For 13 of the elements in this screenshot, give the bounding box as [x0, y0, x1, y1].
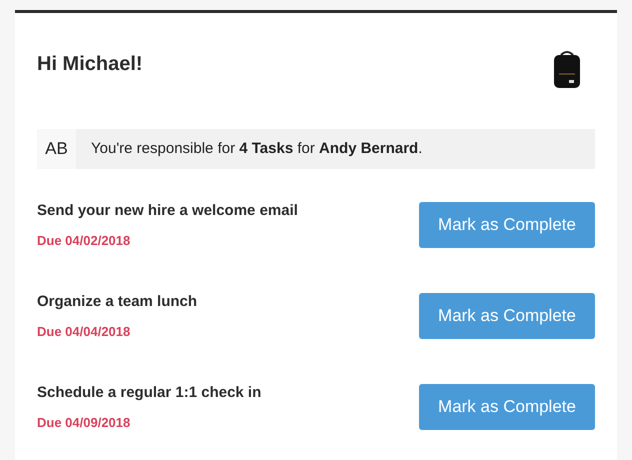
due-date: Due 04/04/2018: [37, 323, 132, 341]
due-date: Due 04/09/2018: [37, 414, 132, 432]
greeting-heading: Hi Michael!: [37, 52, 143, 76]
mark-complete-button[interactable]: Mark as Complete: [419, 384, 595, 430]
task-title: Schedule a regular 1:1 check in: [37, 382, 262, 402]
backpack-icon: [551, 48, 583, 88]
due-date: Due 04/02/2018: [37, 232, 132, 250]
mark-complete-button[interactable]: Mark as Complete: [419, 202, 595, 248]
task-title: Organize a team lunch: [37, 292, 198, 312]
responsibility-message: You're responsible for 4 Tasks for Andy Bernard.: [90, 139, 422, 159]
task-title: Send your new hire a welcome email: [37, 200, 298, 220]
mark-complete-button[interactable]: Mark as Complete: [419, 293, 595, 339]
initials-avatar: AB: [37, 129, 76, 169]
